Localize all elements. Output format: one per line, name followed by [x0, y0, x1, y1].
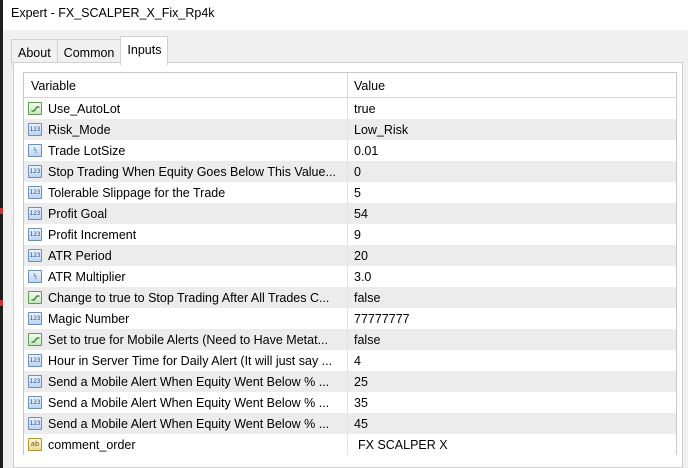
bool-icon [28, 102, 42, 115]
value-cell[interactable]: 77777777 [348, 312, 676, 326]
int-icon: 123 [28, 228, 42, 241]
tab-strip: About Common Inputs [11, 36, 169, 65]
variable-cell: 123 Send a Mobile Alert When Equity Went … [24, 413, 348, 434]
value-cell[interactable]: 35 [348, 396, 676, 410]
value-cell[interactable]: true [348, 102, 676, 116]
int-icon: 123 [28, 186, 42, 199]
table-header: Variable Value [23, 72, 677, 98]
variable-name: Set to true for Mobile Alerts (Need to H… [48, 332, 328, 347]
variable-name: Send a Mobile Alert When Equity Went Bel… [48, 416, 330, 431]
double-icon: ½ [28, 144, 42, 157]
edge-marker [0, 208, 3, 214]
table-row[interactable]: 123 ATR Period 20 [23, 245, 677, 266]
table-row[interactable]: 123 Risk_Mode Low_Risk [23, 119, 677, 140]
bool-icon [28, 333, 42, 346]
variable-name: ATR Multiplier [48, 269, 126, 284]
variable-name: comment_order [48, 437, 136, 452]
tab-inputs[interactable]: Inputs [120, 36, 169, 65]
window-title: Expert - FX_SCALPER_X_Fix_Rp4k [11, 6, 215, 20]
value-cell[interactable]: 0 [348, 165, 676, 179]
variable-cell: 123 Stop Trading When Equity Goes Below T… [24, 161, 348, 182]
table-row[interactable]: 123 Hour in Server Time for Daily Alert (… [23, 350, 677, 371]
table-row[interactable]: 123 Magic Number 77777777 [23, 308, 677, 329]
variable-cell: Change to true to Stop Trading After All… [24, 287, 348, 308]
variable-name: Stop Trading When Equity Goes Below This… [48, 164, 336, 179]
value-cell[interactable]: FX SCALPER X [348, 438, 676, 452]
variable-name: Magic Number [48, 311, 130, 326]
table-row[interactable]: ½ Trade LotSize 0.01 [23, 140, 677, 161]
table-row[interactable]: 123 Send a Mobile Alert When Equity Went … [23, 371, 677, 392]
table-row[interactable]: 123 Profit Goal 54 [23, 203, 677, 224]
variable-cell: 123 Send a Mobile Alert When Equity Went … [24, 392, 348, 413]
value-cell[interactable]: 20 [348, 249, 676, 263]
table-row[interactable]: 123 Send a Mobile Alert When Equity Went … [23, 392, 677, 413]
table-row[interactable]: ½ ATR Multiplier 3.0 [23, 266, 677, 287]
value-cell[interactable]: 3.0 [348, 270, 676, 284]
variable-cell: 123 ATR Period [24, 245, 348, 266]
variable-cell: ½ ATR Multiplier [24, 266, 348, 287]
variable-name: Send a Mobile Alert When Equity Went Bel… [48, 395, 330, 410]
window-titlebar: Expert - FX_SCALPER_X_Fix_Rp4k [3, 0, 688, 30]
variable-cell: 123 Magic Number [24, 308, 348, 329]
value-cell[interactable]: 25 [348, 375, 676, 389]
table-row[interactable]: Use_AutoLot true [23, 98, 677, 119]
double-icon: ½ [28, 270, 42, 283]
variable-cell: ab comment_order [24, 434, 348, 455]
variable-cell: 123 Risk_Mode [24, 119, 348, 140]
variable-name: ATR Period [48, 248, 112, 263]
variable-cell: 123 Send a Mobile Alert When Equity Went … [24, 371, 348, 392]
table-row[interactable]: Change to true to Stop Trading After All… [23, 287, 677, 308]
value-cell[interactable]: 0.01 [348, 144, 676, 158]
int-icon: 123 [28, 354, 42, 367]
value-cell[interactable]: false [348, 291, 676, 305]
table-row[interactable]: ab comment_order FX SCALPER X [23, 434, 677, 455]
variable-cell: 123 Tolerable Slippage for the Trade [24, 182, 348, 203]
value-cell[interactable]: false [348, 333, 676, 347]
variable-name: Change to true to Stop Trading After All… [48, 290, 330, 305]
variable-cell: ½ Trade LotSize [24, 140, 348, 161]
int-icon: 123 [28, 417, 42, 430]
inputs-panel: Variable Value Use_AutoLot true 123 Risk_Mo… [13, 62, 683, 468]
value-cell[interactable]: Low_Risk [348, 123, 676, 137]
variable-name: Risk_Mode [48, 122, 111, 137]
int-icon: 123 [28, 312, 42, 325]
variable-name: Hour in Server Time for Daily Alert (It … [48, 353, 333, 368]
variable-cell: 123 Profit Goal [24, 203, 348, 224]
int-icon: 123 [28, 123, 42, 136]
column-header-value[interactable]: Value [348, 73, 676, 97]
left-edge-strip [0, 0, 3, 468]
table-row[interactable]: 123 Stop Trading When Equity Goes Below T… [23, 161, 677, 182]
int-icon: 123 [28, 396, 42, 409]
variable-name: Trade LotSize [48, 143, 126, 158]
string-icon: ab [28, 438, 42, 451]
int-icon: 123 [28, 375, 42, 388]
variable-name: Use_AutoLot [48, 101, 121, 116]
variable-name: Profit Goal [48, 206, 108, 221]
table-row[interactable]: 123 Send a Mobile Alert When Equity Went … [23, 413, 677, 434]
value-cell[interactable]: 5 [348, 186, 676, 200]
int-icon: 123 [28, 207, 42, 220]
variable-name: Profit Increment [48, 227, 137, 242]
variable-name: Send a Mobile Alert When Equity Went Bel… [48, 374, 330, 389]
value-cell[interactable]: 54 [348, 207, 676, 221]
edge-marker [0, 300, 3, 306]
value-cell[interactable]: 45 [348, 417, 676, 431]
variable-name: Tolerable Slippage for the Trade [48, 185, 226, 200]
variable-cell: Use_AutoLot [24, 98, 348, 119]
int-icon: 123 [28, 249, 42, 262]
variable-cell: 123 Profit Increment [24, 224, 348, 245]
value-cell[interactable]: 4 [348, 354, 676, 368]
table-row[interactable]: Set to true for Mobile Alerts (Need to H… [23, 329, 677, 350]
variable-cell: 123 Hour in Server Time for Daily Alert (… [24, 350, 348, 371]
inputs-table: Variable Value Use_AutoLot true 123 Risk_Mo… [23, 72, 677, 455]
column-header-variable[interactable]: Variable [24, 73, 348, 97]
variable-cell: Set to true for Mobile Alerts (Need to H… [24, 329, 348, 350]
table-row[interactable]: 123 Profit Increment 9 [23, 224, 677, 245]
value-cell[interactable]: 9 [348, 228, 676, 242]
table-row[interactable]: 123 Tolerable Slippage for the Trade 5 [23, 182, 677, 203]
bool-icon [28, 291, 42, 304]
int-icon: 123 [28, 165, 42, 178]
table-body: Use_AutoLot true 123 Risk_Mode Low_Risk ½ Trad… [23, 98, 677, 455]
